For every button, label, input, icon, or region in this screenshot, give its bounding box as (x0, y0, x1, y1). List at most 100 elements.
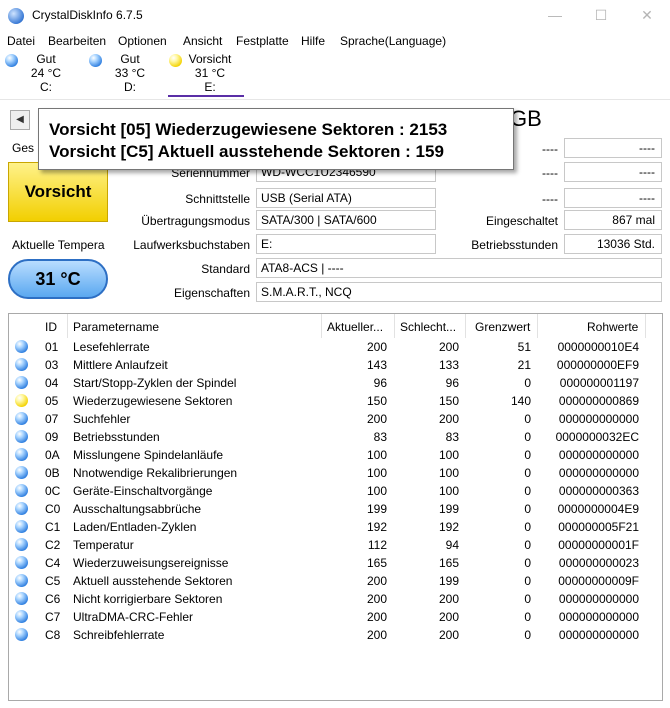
previous-drive-button[interactable]: ◀ (10, 110, 30, 130)
table-row[interactable]: 0B Nnotwendige Rekalibrierungen 100 100 0 000… (9, 464, 662, 482)
table-row[interactable]: 03 Mittlere Anlaufzeit 143 133 21 000000000EF… (9, 356, 662, 374)
health-status-badge: Vorsicht (8, 162, 108, 222)
table-row[interactable]: 05 Wiederzugewiesene Sektoren 150 150 140 000… (9, 392, 662, 410)
worst-value: 150 (438, 394, 459, 408)
worst-value: 83 (445, 430, 459, 444)
drive-letter-label: Laufwerksbuchstaben (133, 238, 250, 252)
threshold-value: 0 (524, 448, 531, 462)
power-on-count-value: 867 mal (564, 210, 662, 230)
attribute-id: 05 (45, 394, 59, 408)
power-on-hours-value: 13036 Std. (564, 234, 662, 254)
table-row[interactable]: 0C Geräte-Einschaltvorgänge 100 100 0 0000000… (9, 482, 662, 500)
column-header-name[interactable]: Parametername (73, 320, 159, 334)
tooltip-line: Vorsicht [05] Wiederzugewiesene Sektoren… (49, 120, 448, 139)
worst-value: 100 (438, 484, 459, 498)
threshold-value: 0 (524, 466, 531, 480)
tooltip-line: Vorsicht [C5] Aktuell ausstehende Sektor… (49, 142, 444, 161)
divider (0, 99, 670, 100)
attribute-name: Geräte-Einschaltvorgänge (73, 484, 213, 498)
status-icon (169, 54, 182, 67)
column-divider[interactable] (645, 314, 646, 338)
threshold-value: 51 (517, 340, 531, 354)
close-button[interactable]: ✕ (624, 0, 670, 31)
current-value: 200 (366, 412, 387, 426)
worst-value: 96 (445, 376, 459, 390)
status-icon (15, 628, 28, 641)
table-row[interactable]: 04 Start/Stopp-Zyklen der Spindel 96 96 0 000… (9, 374, 662, 392)
column-header-threshold[interactable]: Grenzwert (475, 320, 530, 334)
table-row[interactable]: C5 Aktuell ausstehende Sektoren 200 199 0 000… (9, 572, 662, 590)
raw-value: 000000000363 (558, 484, 639, 498)
info-value: ---- (564, 138, 662, 158)
standard-label: Standard (201, 262, 250, 276)
table-row[interactable]: C0 Ausschaltungsabbrüche 199 199 0 0000000004… (9, 500, 662, 518)
table-row[interactable]: C6 Nicht korrigierbare Sektoren 200 200 0 000… (9, 590, 662, 608)
status-icon (15, 484, 28, 497)
menu-hilfe[interactable]: Hilfe (301, 34, 325, 48)
worst-value: 100 (438, 448, 459, 462)
minimize-button[interactable]: — (532, 0, 578, 31)
column-header-current[interactable]: Aktueller... (327, 320, 383, 334)
threshold-value: 0 (524, 412, 531, 426)
status-icon (15, 520, 28, 533)
status-icon (15, 340, 28, 353)
table-row[interactable]: 07 Suchfehler 200 200 0 000000000000 (9, 410, 662, 428)
features-value: S.M.A.R.T., NCQ (256, 282, 662, 302)
table-row[interactable]: C7 UltraDMA-CRC-Fehler 200 200 0 000000000000 (9, 608, 662, 626)
transfer-mode-value: SATA/300 | SATA/600 (256, 210, 436, 230)
worst-value: 199 (438, 502, 459, 516)
raw-value: 0000000032EC (555, 430, 639, 444)
current-value: 200 (366, 610, 387, 624)
menu-sprache[interactable]: Sprache(Language) (340, 34, 446, 48)
drive-tab-d[interactable]: Gut 33 °C D: (88, 52, 164, 97)
table-row[interactable]: 01 Lesefehlerrate 200 200 51 0000000010E4 (9, 338, 662, 356)
drive-temp: 24 °C (30, 66, 62, 80)
menu-bearbeiten[interactable]: Bearbeiten (48, 34, 106, 48)
column-divider[interactable] (67, 314, 68, 338)
status-icon (89, 54, 102, 67)
attribute-id: 09 (45, 430, 59, 444)
table-row[interactable]: C8 Schreibfehlerrate 200 200 0 000000000000 (9, 626, 662, 644)
column-header-raw[interactable]: Rohwerte (587, 320, 638, 334)
transfer-mode-label: Übertragungsmodus (141, 214, 250, 228)
status-icon (15, 466, 28, 479)
menu-ansicht[interactable]: Ansicht (183, 34, 222, 48)
drive-tab-c[interactable]: Gut 24 °C C: (4, 52, 80, 97)
health-status-label: Ges (12, 141, 35, 155)
table-row[interactable]: C4 Wiederzuweisungsereignisse 165 165 0 00000… (9, 554, 662, 572)
attribute-id: 03 (45, 358, 59, 372)
attribute-name: Temperatur (73, 538, 134, 552)
menu-optionen[interactable]: Optionen (118, 34, 167, 48)
column-divider[interactable] (321, 314, 322, 338)
maximize-button[interactable]: ☐ (578, 0, 624, 31)
column-divider[interactable] (465, 314, 466, 338)
status-icon (15, 376, 28, 389)
menu-festplatte[interactable]: Festplatte (236, 34, 289, 48)
menu-datei[interactable]: Datei (7, 34, 35, 48)
threshold-value: 0 (524, 484, 531, 498)
table-row[interactable]: 0A Misslungene Spindelanläufe 100 100 0 00000… (9, 446, 662, 464)
table-row[interactable]: C2 Temperatur 112 94 0 00000000001F (9, 536, 662, 554)
raw-value: 0000000004E9 (557, 502, 639, 516)
column-divider[interactable] (394, 314, 395, 338)
worst-value: 200 (438, 628, 459, 642)
column-header-worst[interactable]: Schlecht... (400, 320, 456, 334)
worst-value: 200 (438, 592, 459, 606)
drive-tab-e[interactable]: Vorsicht 31 °C E: (168, 52, 244, 97)
threshold-value: 21 (517, 358, 531, 372)
current-value: 143 (366, 358, 387, 372)
table-row[interactable]: C1 Laden/Entladen-Zyklen 192 192 0 000000005F… (9, 518, 662, 536)
column-header-id[interactable]: ID (45, 320, 57, 334)
threshold-value: 0 (524, 430, 531, 444)
status-icon (15, 430, 28, 443)
current-value: 200 (366, 592, 387, 606)
column-divider[interactable] (537, 314, 538, 338)
status-icon (15, 538, 28, 551)
threshold-value: 0 (524, 502, 531, 516)
attribute-name: Wiederzuweisungsereignisse (73, 556, 229, 570)
worst-value: 200 (438, 412, 459, 426)
attribute-name: Mittlere Anlaufzeit (73, 358, 168, 372)
raw-value: 000000000EF9 (556, 358, 639, 372)
attribute-name: Betriebsstunden (73, 430, 160, 444)
table-row[interactable]: 09 Betriebsstunden 83 83 0 0000000032EC (9, 428, 662, 446)
